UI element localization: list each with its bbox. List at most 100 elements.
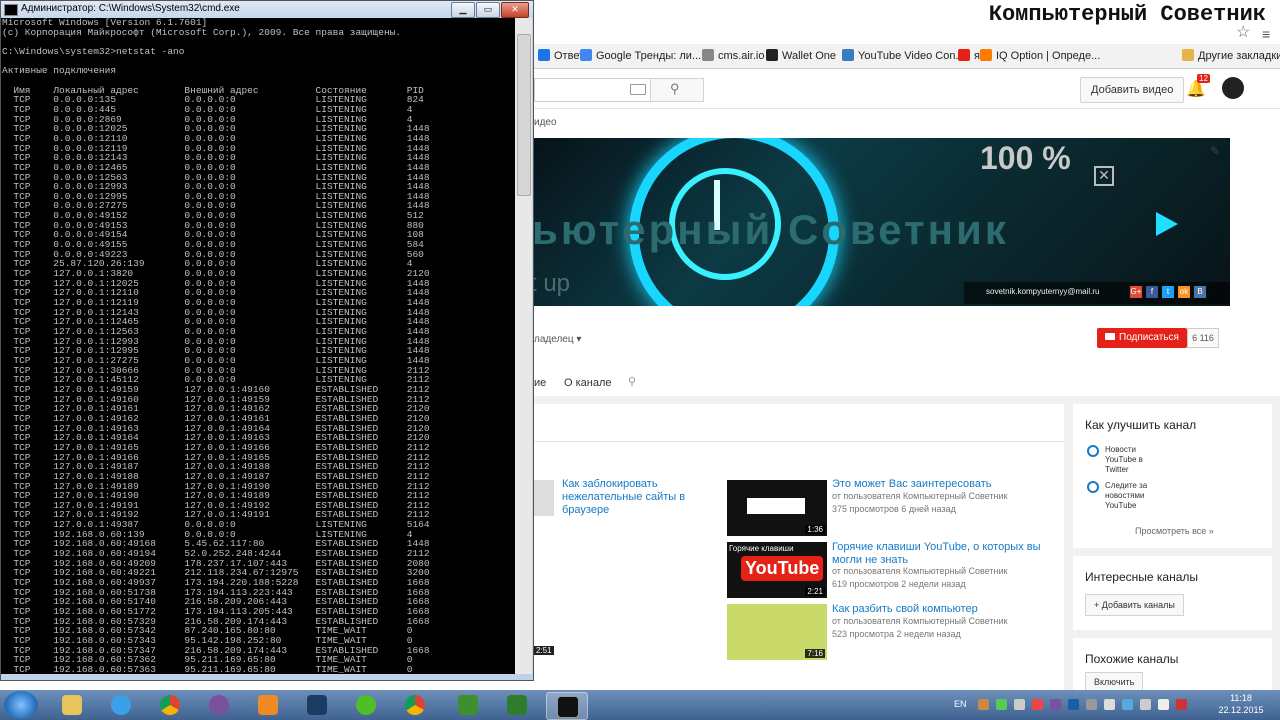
camtasia-icon: [458, 695, 478, 715]
avatar[interactable]: [1222, 77, 1244, 99]
bookmark-label: Wallet One: [782, 50, 837, 62]
bluetooth-icon[interactable]: [1068, 699, 1079, 710]
close-icon[interactable]: ✕: [1094, 166, 1114, 186]
video-author[interactable]: от пользователя Компьютерный Советник: [832, 566, 1007, 576]
tray-icon[interactable]: [1104, 699, 1115, 710]
bookmark-label: Другие закладки: [1198, 50, 1280, 62]
owner-dropdown[interactable]: ладелец ▾: [534, 334, 581, 345]
bookmark-item[interactable]: я: [958, 49, 980, 62]
close-button[interactable]: ✕: [501, 2, 529, 18]
edit-pencil-icon[interactable]: ✎: [1210, 144, 1220, 158]
tab-videos[interactable]: ие: [534, 377, 546, 389]
vk-icon[interactable]: B: [1194, 286, 1206, 298]
bookmark-favicon-icon: [766, 49, 778, 61]
tab-about[interactable]: О канале: [564, 377, 612, 389]
google-plus-icon[interactable]: G+: [1130, 286, 1142, 298]
video-title-link[interactable]: Как заблокировать нежелательные сайты в …: [562, 478, 692, 517]
video-author[interactable]: от пользователя Компьютерный Советник: [832, 616, 1007, 626]
bookmark-item[interactable]: YouTube Video Con...: [842, 49, 965, 62]
tray-icon[interactable]: [1032, 699, 1043, 710]
clock[interactable]: 11:18 22.12.2015: [1214, 692, 1268, 716]
bookmark-item[interactable]: IQ Option | Опреде...: [980, 49, 1100, 62]
video-thumbnail[interactable]: 7:16: [727, 604, 827, 660]
scrollbar[interactable]: [515, 18, 532, 674]
bookmark-favicon-icon: [580, 49, 592, 61]
bookmark-item[interactable]: Другие закладки: [1182, 49, 1280, 62]
cmd-line: (c) Корпорация Майкрософт (Microsoft Cor…: [2, 26, 402, 38]
email-link[interactable]: sovetnik.kompyuternyy@mail.ru: [986, 287, 1100, 296]
tray-icon[interactable]: [1122, 699, 1133, 710]
breadcrumb: идео: [534, 117, 557, 128]
scrollbar-thumb[interactable]: [517, 34, 531, 196]
tray-icon[interactable]: [1014, 699, 1025, 710]
subscribe-button[interactable]: Подписаться: [1097, 328, 1187, 348]
thumbnail-caption: Горячие клавиши: [729, 544, 794, 553]
video-author[interactable]: от пользователя Компьютерный Советник: [832, 491, 1007, 501]
tray-icon[interactable]: [996, 699, 1007, 710]
cmd-output[interactable]: Microsoft Windows [Version 6.1.7601] (c) …: [1, 18, 516, 674]
taskbar-viber[interactable]: [199, 692, 239, 718]
option-label: Новости YouTube в Twitter: [1105, 445, 1143, 474]
taskbar-chrome[interactable]: [150, 692, 190, 718]
bookmark-item[interactable]: cms.air.io: [702, 49, 764, 62]
video-duration: 1:36: [805, 525, 825, 534]
video-title-link[interactable]: Горячие клавиши YouTube, о которых вы мо…: [832, 541, 1048, 567]
video-thumbnail[interactable]: [534, 480, 554, 516]
channel-banner: ьютерный Советник 100 % t up ✕ sovetnik.…: [534, 138, 1230, 306]
radio-option-twitter[interactable]: [1087, 445, 1099, 457]
taskbar-cmd[interactable]: [546, 692, 588, 720]
taskbar-icq[interactable]: [346, 692, 386, 718]
maximize-button[interactable]: ▭: [476, 2, 500, 18]
tray-icon[interactable]: [1086, 699, 1097, 710]
youtube-play-icon: [1105, 333, 1115, 340]
taskbar-camtasia[interactable]: [448, 692, 488, 718]
taskbar-ie[interactable]: [101, 692, 141, 718]
notification-count: 12: [1197, 74, 1210, 83]
odnoklassniki-icon[interactable]: ok: [1178, 286, 1190, 298]
video-title-link[interactable]: Это может Вас заинтересовать: [832, 478, 992, 490]
taskbar-chrome-2[interactable]: [395, 692, 435, 718]
camtasia-recorder-icon: [507, 695, 527, 715]
volume-icon[interactable]: [1158, 699, 1169, 710]
tray-icon[interactable]: [978, 699, 989, 710]
start-button[interactable]: [4, 691, 38, 719]
bookmark-item[interactable]: Wallet One: [766, 49, 836, 62]
add-video-button[interactable]: Добавить видео: [1080, 77, 1185, 103]
minimize-button[interactable]: ▁: [451, 2, 475, 18]
taskbar-photoshop[interactable]: [297, 692, 337, 718]
banner-tagline: t up: [534, 270, 571, 297]
cmd-titlebar[interactable]: Администратор: C:\Windows\System32\cmd.e…: [1, 1, 533, 19]
twitter-icon[interactable]: t: [1162, 286, 1174, 298]
flag-icon[interactable]: [1176, 699, 1187, 710]
cmd-window[interactable]: Администратор: C:\Windows\System32\cmd.e…: [0, 0, 534, 681]
channel-watermark: Компьютерный Советник: [988, 2, 1266, 27]
cmd-icon: [557, 696, 579, 718]
keyboard-icon[interactable]: [630, 84, 646, 95]
add-channels-button[interactable]: + Добавить каналы: [1085, 594, 1184, 616]
facebook-icon[interactable]: f: [1146, 286, 1158, 298]
video-title-link[interactable]: Как разбить свой компьютер: [832, 603, 978, 615]
browser-menu-icon[interactable]: ≡: [1262, 26, 1270, 42]
taskbar-media[interactable]: [248, 692, 288, 718]
search-button[interactable]: ⚲: [650, 78, 704, 102]
network-icon[interactable]: [1140, 699, 1151, 710]
enable-button[interactable]: Включить: [1085, 672, 1144, 690]
divider: [534, 441, 1064, 442]
clock-time: 11:18: [1230, 693, 1252, 703]
bookmark-favicon-icon: [980, 49, 992, 61]
radio-option-news[interactable]: [1087, 481, 1099, 493]
bookmark-favicon-icon: [842, 49, 854, 61]
taskbar-camtasia-2[interactable]: [497, 692, 537, 718]
video-thumbnail[interactable]: 1:36: [727, 480, 827, 536]
tray-icon[interactable]: [1050, 699, 1061, 710]
video-thumbnail[interactable]: Горячие клавиши YouTube 2:21: [727, 542, 827, 598]
channel-search-icon[interactable]: ⚲: [628, 375, 636, 388]
bookmark-favicon-icon: [538, 49, 550, 61]
bookmark-item[interactable]: Google Тренды: ли...: [580, 49, 701, 62]
search-input[interactable]: [534, 78, 651, 102]
media-player-icon: [258, 695, 278, 715]
see-all-link[interactable]: Просмотреть все »: [1135, 526, 1214, 536]
language-indicator[interactable]: EN: [954, 699, 967, 709]
taskbar-explorer[interactable]: [52, 692, 92, 718]
bookmark-item[interactable]: Ответ: [538, 49, 584, 62]
